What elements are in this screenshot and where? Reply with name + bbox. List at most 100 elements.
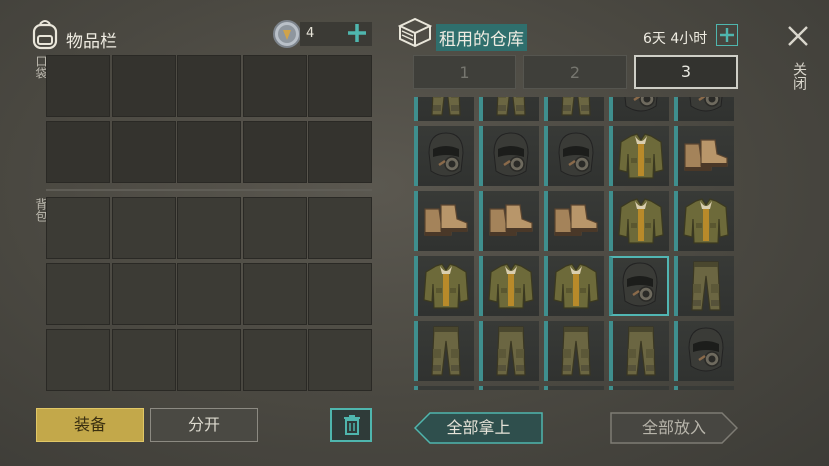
pants-icon: [426, 325, 466, 377]
backpack-icon: [30, 18, 60, 50]
mask-icon: [617, 261, 663, 311]
boots-icon: [681, 136, 731, 176]
pants-icon: [426, 97, 466, 117]
inventory-slot[interactable]: [111, 329, 176, 391]
jacket-icon: [617, 197, 665, 245]
storage-box-icon: [398, 17, 432, 47]
inventory-slot[interactable]: [177, 55, 241, 117]
inventory-slot[interactable]: [242, 121, 307, 183]
inventory-slot[interactable]: [111, 121, 176, 183]
mask-icon: [553, 131, 599, 181]
jacket-icon: [552, 262, 600, 310]
close-label[interactable]: 关闭: [789, 62, 809, 90]
pants-icon: [491, 325, 531, 377]
storage-slot-boots[interactable]: [674, 126, 734, 186]
storage-slot-mask[interactable]: [674, 386, 734, 390]
inventory-slot[interactable]: [308, 197, 372, 259]
pants-icon: [556, 325, 596, 377]
storage-slot-pants[interactable]: [414, 97, 474, 121]
storage-tab-1[interactable]: 1: [413, 55, 516, 89]
storage-slot-pants[interactable]: [479, 321, 539, 381]
inventory-slot[interactable]: [177, 263, 241, 325]
inventory-slot[interactable]: [111, 55, 176, 117]
pants-icon: [491, 97, 531, 117]
inventory-slot[interactable]: [242, 197, 307, 259]
inventory-slot[interactable]: [46, 121, 110, 183]
storage-slot-pants[interactable]: [609, 321, 669, 381]
storage-slot-pants[interactable]: [414, 321, 474, 381]
storage-item-grid[interactable]: [412, 97, 740, 390]
inventory-slot[interactable]: [177, 121, 241, 183]
inventory-slot[interactable]: [111, 263, 176, 325]
equip-button[interactable]: 装备: [36, 408, 144, 442]
trash-icon: [344, 415, 360, 435]
inventory-slot[interactable]: [308, 329, 372, 391]
inventory-slot[interactable]: [177, 329, 241, 391]
inventory-slot[interactable]: [242, 263, 307, 325]
coin-icon: [272, 19, 302, 49]
inventory-slot[interactable]: [46, 197, 110, 259]
jacket-icon: [487, 262, 535, 310]
storage-slot-jacket[interactable]: [609, 126, 669, 186]
storage-slot-mask[interactable]: [609, 97, 669, 121]
jacket-icon: [422, 262, 470, 310]
storage-slot-pants[interactable]: [544, 321, 604, 381]
storage-slot-mask[interactable]: [414, 126, 474, 186]
plus-icon: [720, 28, 734, 42]
mask-icon: [683, 326, 729, 376]
storage-slot-mask[interactable]: [674, 97, 734, 121]
put-all-button[interactable]: 全部放入: [610, 412, 738, 444]
mask-icon: [488, 131, 534, 181]
close-icon[interactable]: [786, 24, 810, 48]
pants-icon: [686, 260, 726, 312]
storage-slot-mask[interactable]: [609, 386, 669, 390]
inventory-slot[interactable]: [242, 329, 307, 391]
storage-slot-mask[interactable]: [479, 126, 539, 186]
storage-slot-mask[interactable]: [609, 256, 669, 316]
take-all-label: 全部拿上: [446, 418, 511, 437]
storage-slot-boots[interactable]: [479, 191, 539, 251]
storage-slot-jacket[interactable]: [479, 256, 539, 316]
section-divider: [46, 189, 372, 191]
inventory-title: 物品栏: [66, 32, 117, 52]
storage-slot-mask[interactable]: [544, 126, 604, 186]
rent-time-remaining: 6天 4小时: [643, 31, 708, 47]
pants-icon: [556, 97, 596, 117]
storage-slot-mask[interactable]: [479, 386, 539, 390]
boots-icon: [486, 201, 536, 241]
storage-slot-jacket[interactable]: [544, 256, 604, 316]
inventory-slot[interactable]: [242, 55, 307, 117]
add-currency-plus-icon[interactable]: [345, 21, 369, 45]
storage-slot-jacket[interactable]: [674, 191, 734, 251]
mask-icon: [683, 97, 729, 116]
inventory-slot[interactable]: [308, 121, 372, 183]
inventory-slot[interactable]: [308, 263, 372, 325]
extend-rent-button[interactable]: [716, 24, 738, 46]
currency-amount: 4: [306, 26, 315, 41]
put-all-label: 全部放入: [641, 418, 706, 437]
storage-slot-boots[interactable]: [414, 191, 474, 251]
inventory-slot[interactable]: [308, 55, 372, 117]
storage-title: 租用的仓库: [436, 24, 527, 51]
storage-slot-pants[interactable]: [479, 97, 539, 121]
storage-tab-3[interactable]: 3: [634, 55, 738, 89]
inventory-slot[interactable]: [177, 197, 241, 259]
storage-slot-mask[interactable]: [414, 386, 474, 390]
take-all-button[interactable]: 全部拿上: [414, 412, 543, 444]
storage-tab-2[interactable]: 2: [523, 55, 627, 89]
split-button[interactable]: 分开: [150, 408, 258, 442]
trash-button[interactable]: [330, 408, 372, 442]
storage-slot-boots[interactable]: [544, 191, 604, 251]
storage-slot-mask[interactable]: [544, 386, 604, 390]
inventory-slot[interactable]: [46, 55, 110, 117]
storage-slot-mask[interactable]: [674, 321, 734, 381]
storage-slot-jacket[interactable]: [609, 191, 669, 251]
jacket-icon: [617, 132, 665, 180]
storage-slot-pants[interactable]: [544, 97, 604, 121]
inventory-slot[interactable]: [46, 263, 110, 325]
storage-slot-jacket[interactable]: [414, 256, 474, 316]
storage-slot-pants[interactable]: [674, 256, 734, 316]
inventory-slot[interactable]: [46, 329, 110, 391]
boots-icon: [551, 201, 601, 241]
inventory-slot[interactable]: [111, 197, 176, 259]
